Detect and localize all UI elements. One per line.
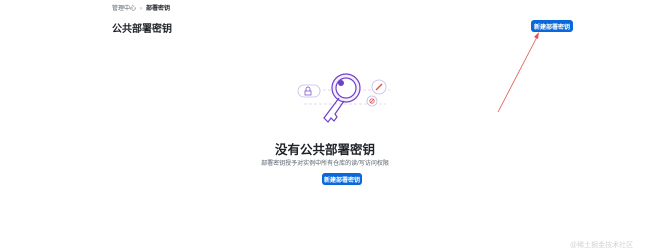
empty-state-description: 部署密钥授予对实例中所有仓库的读/写访问权限 [261, 161, 389, 167]
lock-icon [297, 84, 321, 98]
page-title: 公共部署密钥 [112, 24, 172, 35]
breadcrumb-item-admin[interactable]: 管理中心 [112, 6, 136, 12]
empty-state-title: 没有公共部署密钥 [274, 143, 375, 157]
no-entry-icon [366, 95, 378, 107]
breadcrumb-separator: › [140, 6, 143, 12]
empty-state-new-deploy-key-button[interactable]: 新建部署密钥 [322, 173, 362, 185]
key-illustration [297, 73, 390, 123]
breadcrumb-item-current: 部署密钥 [146, 6, 171, 12]
pencil-icon [371, 79, 387, 95]
watermark: @稀土掘金技术社区 [570, 242, 634, 249]
new-deploy-key-button[interactable]: 新建部署密钥 [531, 20, 573, 32]
breadcrumb: 管理中心 › 部署密钥 [112, 3, 170, 12]
